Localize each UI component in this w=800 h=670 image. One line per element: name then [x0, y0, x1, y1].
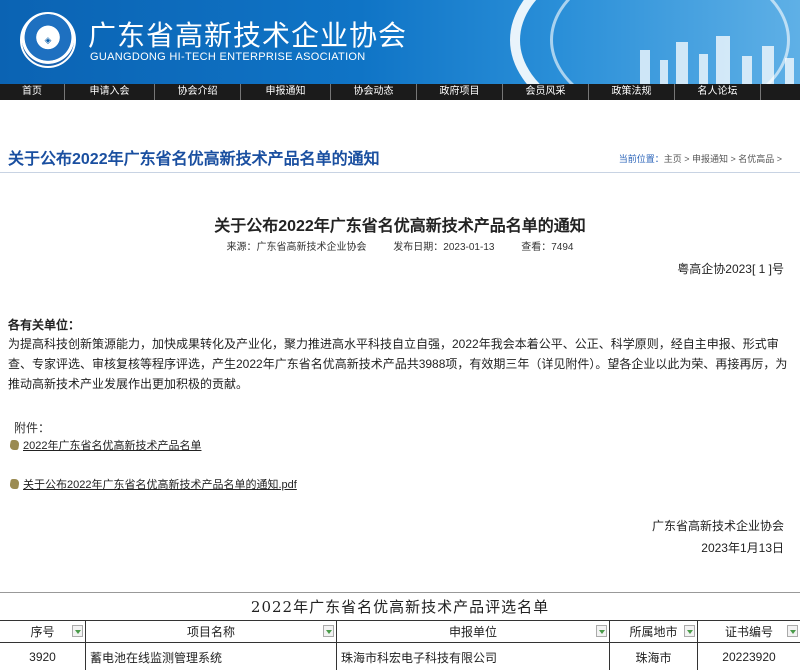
article-views: 查看：7494	[521, 242, 574, 253]
attachment-link-text[interactable]: 关于公布2022年广东省名优高新技术产品名单的通知.pdf	[23, 476, 297, 492]
table-cell: 20223920	[722, 650, 776, 664]
table-row: 3920 蓄电池在线监测管理系统 珠海市科宏电子科技有限公司 珠海市 20223…	[0, 643, 800, 670]
page-title: 关于公布2022年广东省名优高新技术产品名单的通知	[8, 151, 380, 168]
nav-item-join[interactable]: 申请入会	[65, 84, 155, 100]
filter-dropdown-icon[interactable]	[684, 625, 695, 637]
table-cell: 珠海市科宏电子科技有限公司	[337, 643, 610, 670]
breadcrumb-path[interactable]: 主页 > 申报通知 > 名优高品 >	[664, 154, 782, 164]
nav-item-members[interactable]: 会员风采	[503, 84, 589, 100]
main-nav: 首页 申请入会 协会介绍 申报通知 协会动态 政府项目 会员风采 政策法规 名人…	[0, 84, 800, 100]
paperclip-icon	[9, 440, 20, 450]
nav-item-gov-projects[interactable]: 政府项目	[417, 84, 503, 100]
logo-emblem-icon: ◈	[44, 35, 52, 45]
signature-date: 2023年1月13日	[701, 541, 784, 555]
nav-item-about[interactable]: 协会介绍	[155, 84, 241, 100]
bridge-arch-graphic-inner	[550, 0, 790, 84]
nav-item-forum[interactable]: 名人论坛	[675, 84, 761, 100]
building-graphic	[762, 46, 774, 84]
divider	[0, 172, 800, 173]
filter-dropdown-icon[interactable]	[323, 625, 334, 637]
header-cell-project: 项目名称	[86, 621, 337, 642]
building-graphic	[676, 42, 688, 84]
breadcrumb: 当前位置：主页 > 申报通知 > 名优高品 >	[619, 152, 782, 165]
building-graphic	[699, 54, 708, 84]
signature-org: 广东省高新技术企业协会	[651, 519, 784, 533]
site-header: ◈ 广东省高新技术企业协会 GUANGDONG HI-TECH ENTERPRI…	[0, 0, 800, 84]
header-cell-applicant: 申报单位	[337, 621, 610, 642]
sheet-header-row: 序号 项目名称 申报单位 所属地市 证书编号	[0, 621, 800, 643]
site-title: 广东省高新技术企业协会	[88, 20, 408, 51]
building-graphic	[660, 60, 668, 84]
sheet-title: 2022年广东省名优高新技术产品评选名单	[0, 593, 800, 621]
header-cell-city: 所属地市	[610, 621, 698, 642]
article-date: 发布日期：2023-01-13	[393, 242, 495, 253]
attachment-link[interactable]: 关于公布2022年广东省名优高新技术产品名单的通知.pdf	[9, 476, 297, 492]
nav-item-news[interactable]: 协会动态	[331, 84, 417, 100]
building-graphic	[785, 58, 794, 84]
salutation: 各有关单位：	[8, 318, 81, 332]
paperclip-icon	[9, 479, 20, 489]
building-graphic	[640, 50, 650, 84]
article-source: 来源：广东省高新技术企业协会	[226, 242, 367, 253]
table-cell: 3920	[0, 643, 86, 670]
association-logo[interactable]: ◈	[20, 12, 76, 68]
attachment-link[interactable]: 2022年广东省名优高新技术产品名单	[9, 437, 201, 453]
document-number: 粤高企协2023[ 1 ]号	[677, 262, 784, 276]
nav-item-home[interactable]: 首页	[0, 84, 65, 100]
building-graphic	[742, 56, 752, 84]
nav-item-notices[interactable]: 申报通知	[241, 84, 331, 100]
nav-item-policies[interactable]: 政策法规	[589, 84, 675, 100]
article-meta: 来源：广东省高新技术企业协会 发布日期：2023-01-13 查看：7494	[0, 238, 800, 253]
attachment-link-text[interactable]: 2022年广东省名优高新技术产品名单	[23, 437, 201, 453]
product-list-sheet: 2022年广东省名优高新技术产品评选名单 序号 项目名称 申报单位 所属地市 证…	[0, 592, 800, 670]
building-graphic	[716, 36, 730, 84]
site-subtitle: GUANGDONG HI-TECH ENTERPRISE ASOCIATION	[90, 51, 366, 63]
filter-dropdown-icon[interactable]	[596, 625, 607, 637]
header-cell-index: 序号	[0, 621, 86, 642]
breadcrumb-label: 当前位置：	[618, 154, 664, 164]
table-cell: 蓄电池在线监测管理系统	[86, 643, 337, 670]
filter-dropdown-icon[interactable]	[787, 625, 798, 637]
article-body: 为提高科技创新策源能力，加快成果转化及产业化，聚力推进高水平科技自立自强，202…	[8, 337, 788, 391]
table-cell: 珠海市	[610, 643, 698, 670]
filter-dropdown-icon[interactable]	[72, 625, 83, 637]
article-title: 关于公布2022年广东省名优高新技术产品名单的通知	[214, 218, 586, 235]
attachments-label: 附件：	[14, 421, 51, 435]
header-cell-cert: 证书编号	[698, 621, 800, 642]
